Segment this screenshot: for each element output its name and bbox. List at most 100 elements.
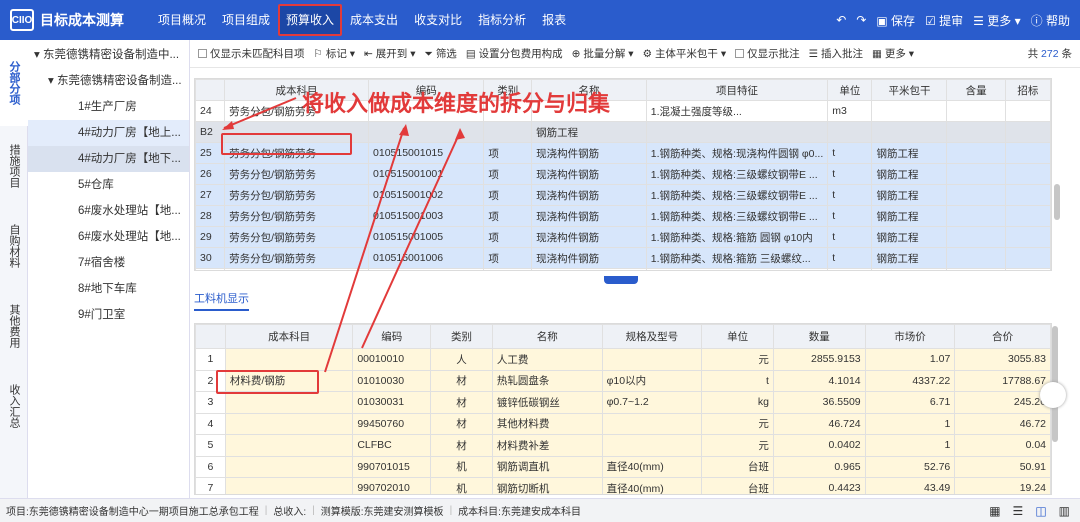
table-cell[interactable] [946,163,1006,185]
table-cell[interactable]: CLFBC [352,434,432,457]
table-cell[interactable]: 人工费 [491,348,603,371]
table-cell[interactable]: t [827,163,873,185]
table-cell[interactable] [946,100,1006,122]
table-cell[interactable]: 钢筋工程 [871,163,948,185]
table-cell[interactable] [827,121,873,143]
table-row[interactable]: 5 CLFBC 材材料费补差 元 0.0402 1 0.04 [195,434,1051,457]
table-cell[interactable]: kg [701,391,774,414]
table-cell[interactable] [871,100,948,122]
table-cell[interactable]: 镀锌低碳钢丝 [491,391,603,414]
split-view-icon[interactable]: ◫ [1035,504,1046,518]
table-cell[interactable]: 4.1014 [772,369,866,392]
table-cell[interactable]: 现浇构件钢筋 [531,268,647,270]
table-row[interactable]: 26 劳务分包/钢筋劳务 010515001001 项现浇构件钢筋 1.钢筋种类、规格:… [195,163,1051,185]
tab-labor-material-machine[interactable]: 工料机显示 [194,290,249,311]
table-cell[interactable]: 01010030 [352,369,432,392]
lump-sum-button[interactable]: ⚙ 主体平米包干 ▾ [643,46,727,61]
table-cell[interactable]: 01030031 [352,391,432,414]
collapse-handle[interactable] [604,276,638,284]
table-cell[interactable]: 0.4423 [772,477,866,494]
table-cell[interactable]: 010515001003 [368,205,485,227]
table-cell[interactable] [224,477,354,494]
mark-button[interactable]: ⚐ 标记 ▾ [314,46,356,61]
table-cell[interactable]: 19.24 [954,477,1051,494]
tab-income-summary[interactable]: 收入汇总 [0,366,28,446]
table-cell[interactable]: 1.钢筋种类、规格:三级螺纹钢带E ... [645,205,829,227]
table-cell[interactable]: 010515001002 [368,184,485,206]
table-cell[interactable]: 4337.22 [864,369,956,392]
table-cell[interactable]: 台班 [701,477,774,494]
table-cell[interactable]: t [701,369,774,392]
table-row[interactable]: 2 材料费/钢筋 01010030 材热轧圆盘条 φ10以内 t 4.1014 4337.22… [195,369,1051,392]
tab-measures[interactable]: 措施项目 [0,126,28,206]
menu-item-budget-income[interactable]: 预算收入 [278,4,343,36]
table-cell[interactable]: 台班 [701,455,774,478]
table-cell[interactable]: 46.72 [954,412,1051,435]
table-cell[interactable]: 材料费补差 [491,434,603,457]
tree-node[interactable]: ▾ 东莞德镌精密设备制造... [28,68,189,94]
table-cell[interactable]: 36.5509 [772,391,866,414]
table-cell[interactable]: 项 [483,226,533,248]
table-row[interactable]: 7 990702010 机钢筋切断机 直径40(mm) 台班 0.4423 43.49 19.… [195,477,1051,494]
filter-button[interactable]: ⏷ 筛选 [424,46,456,61]
table-cell[interactable]: 现浇构件钢筋 [531,205,647,227]
table-cell[interactable] [1004,205,1051,227]
table-cell[interactable]: 52.76 [864,455,956,478]
table-row[interactable]: 3 01030031 材镀锌低碳钢丝 φ0.7~1.2 kg 36.5509 6.71 245… [195,391,1051,414]
more-button[interactable]: ☰ 更多 ▾ [973,12,1020,29]
table-cell[interactable]: 6.71 [864,391,956,414]
table-cell[interactable]: 元 [701,348,774,371]
table-cell[interactable] [1004,163,1051,185]
tree-node[interactable]: 4#动力厂房【地上... [28,120,189,146]
table-cell[interactable]: 项 [483,163,533,185]
table-cell[interactable]: 钢筋工程 [531,121,647,143]
table-cell[interactable]: 钢筋工程 [871,205,948,227]
table-cell[interactable]: 项 [483,184,533,206]
column-header[interactable]: 平米包干 [871,79,948,101]
table-cell[interactable]: 热轧圆盘条 [491,369,603,392]
column-header[interactable] [195,324,226,349]
menu-item-comparison[interactable]: 收支对比 [406,0,470,40]
table-cell[interactable]: 机 [430,477,493,494]
table-cell[interactable]: 劳务分包/钢筋劳务 [224,226,370,248]
undo-icon[interactable]: ↶ [836,13,846,27]
table-cell[interactable] [1004,184,1051,206]
table-cell[interactable]: 010515001001 [368,163,485,185]
tree-node[interactable]: 8#地下车库 [28,276,189,302]
table-row[interactable]: 27 劳务分包/钢筋劳务 010515001002 项现浇构件钢筋 1.钢筋种类、规格:… [195,184,1051,206]
table-cell[interactable]: 项 [483,205,533,227]
column-header[interactable]: 市场价 [864,324,956,349]
table-cell[interactable] [1004,226,1051,248]
table-cell[interactable]: t [827,142,873,164]
table-cell[interactable]: 1.钢筋种类、规格:三级螺纹钢带E ... [645,163,829,185]
table-cell[interactable]: t [827,205,873,227]
assistant-robot-icon[interactable] [1040,382,1066,408]
table-row[interactable]: 30 劳务分包/钢筋劳务 010515001006 项现浇构件钢筋 1.钢筋种类、规格:… [195,247,1051,269]
table-row[interactable]: 28 劳务分包/钢筋劳务 010515001003 项现浇构件钢筋 1.钢筋种类、规格:… [195,205,1051,227]
table-cell[interactable] [946,121,1006,143]
help-button[interactable]: ⓘ 帮助 [1031,12,1070,29]
table-cell[interactable]: 劳务分包/钢筋劳务 [224,268,370,270]
menu-item-indicator-analysis[interactable]: 指标分析 [470,0,534,40]
redo-icon[interactable]: ↷ [856,13,866,27]
save-button[interactable]: ▣ 保存 [876,12,915,29]
submit-button[interactable]: ☑ 提审 [925,12,963,29]
table-cell[interactable] [1004,142,1051,164]
table-cell[interactable]: 17788.67 [954,369,1051,392]
table-cell[interactable]: 3055.83 [954,348,1051,371]
expand-to-button[interactable]: ⇤ 展开到 ▾ [364,46,415,61]
table-cell[interactable] [601,348,703,371]
tree-node[interactable]: 9#门卫室 [28,302,189,328]
unmatched-only-checkbox[interactable]: 仅显示未匹配科目项 [198,46,305,61]
layout-icon[interactable]: ▥ [1059,504,1070,518]
table-row[interactable]: 29 劳务分包/钢筋劳务 010515001005 项现浇构件钢筋 1.钢筋种类、规格:… [195,226,1051,248]
table-cell[interactable]: 劳务分包/钢筋劳务 [224,163,370,185]
column-header[interactable]: 规格及型号 [601,324,703,349]
column-header[interactable]: 编码 [352,324,432,349]
tree-node[interactable]: 1#生产厂房 [28,94,189,120]
menu-item-cost-expense[interactable]: 成本支出 [342,0,406,40]
menu-item-project-composition[interactable]: 项目组成 [214,0,278,40]
table-cell[interactable] [224,412,354,435]
table-cell[interactable]: 2855.9153 [772,348,866,371]
table-cell[interactable]: 机 [430,455,493,478]
